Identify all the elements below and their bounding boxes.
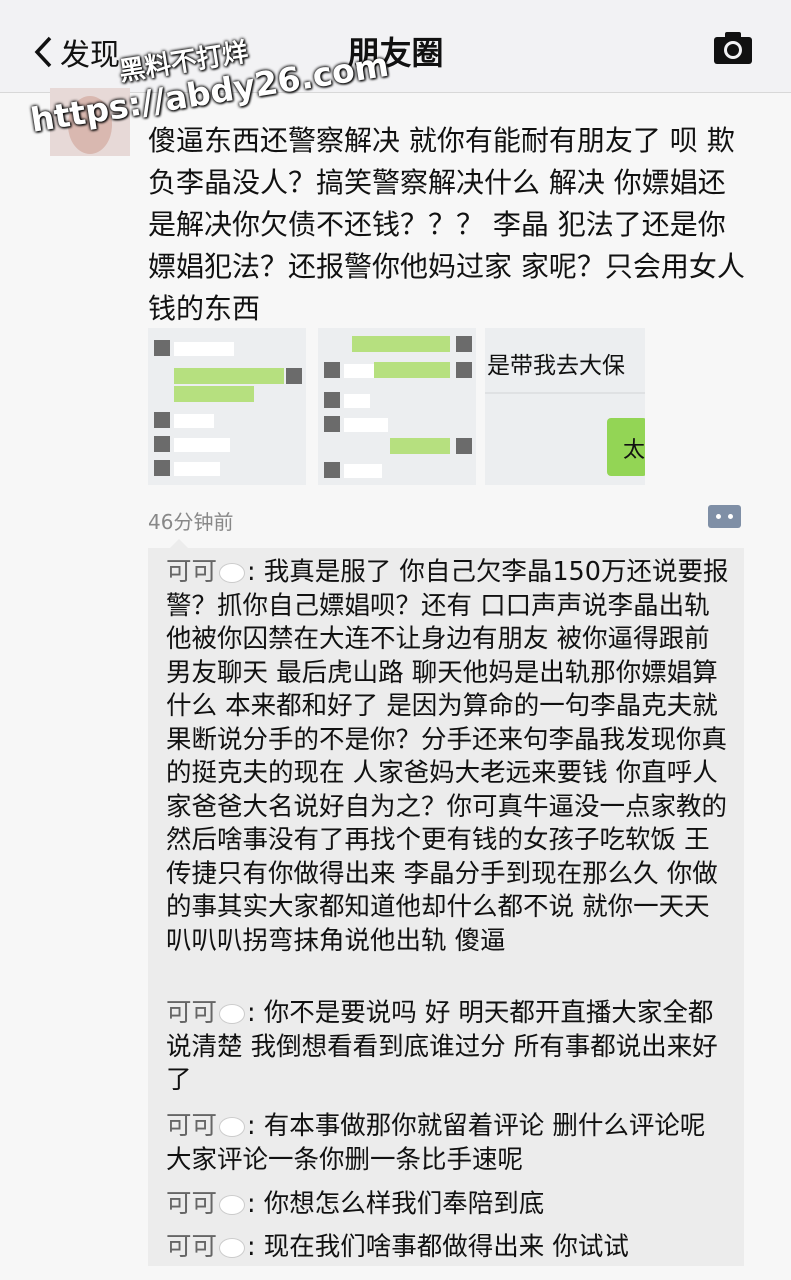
post-text: 傻逼东西还警察解决 就你有能耐有朋友了 呗 欺负李晶没人？搞笑警察解决什么 解决… bbox=[148, 124, 745, 325]
comment[interactable]: 可可: 我真是服了 你自己欠李晶150万还说要报警？抓你自己嫖娼呗？还有 口口声… bbox=[166, 556, 734, 958]
emoji-icon bbox=[219, 1238, 246, 1258]
camera-icon[interactable] bbox=[712, 30, 754, 66]
post-timestamp: 46分钟前 bbox=[148, 510, 234, 534]
comment-text: : 你想怎么样我们奉陪到底 bbox=[247, 1189, 545, 1219]
comment[interactable]: 可可 : 现在我们啥事都做得出来 你试试 bbox=[166, 1231, 734, 1265]
post-image-2[interactable] bbox=[318, 328, 476, 485]
comment[interactable]: 可可: 你不是要说吗 好 明天都开直播大家全都说清楚 我倒想看看到底谁过分 所有… bbox=[166, 997, 734, 1098]
comment-text: : 我真是服了 你自己欠李晶150万还说要报警？抓你自己嫖娼呗？还有 口口声声说… bbox=[166, 557, 729, 956]
comment-author[interactable]: 可可 bbox=[166, 557, 217, 587]
emoji-icon bbox=[219, 563, 246, 583]
comment-text: : 你不是要说吗 好 明天都开直播大家全都说清楚 我倒想看看到底谁过分 所有事都… bbox=[166, 998, 718, 1095]
emoji-icon bbox=[219, 1117, 246, 1137]
comment-text: : 有本事做那你就留着评论 删什么评论呢 大家评论一条你删一条比手速呢 bbox=[166, 1111, 706, 1175]
comment-author[interactable]: 可可 bbox=[166, 1232, 217, 1262]
comment[interactable]: 可可 : 你想怎么样我们奉陪到底 bbox=[166, 1188, 734, 1222]
post-image-1[interactable] bbox=[148, 328, 306, 485]
comment-author[interactable]: 可可 bbox=[166, 1189, 217, 1219]
image-3-bubble-text: 太 bbox=[623, 438, 645, 463]
post-image-3[interactable]: 是带我去大保 太 bbox=[485, 328, 645, 485]
comment-like-menu-button[interactable] bbox=[708, 505, 741, 528]
emoji-icon bbox=[219, 1195, 246, 1215]
comment-author[interactable]: 可可 bbox=[166, 1111, 217, 1141]
comment[interactable]: 可可: 有本事做那你就留着评论 删什么评论呢 大家评论一条你删一条比手速呢 bbox=[166, 1110, 734, 1177]
image-3-text: 是带我去大保 bbox=[487, 353, 625, 379]
emoji-icon bbox=[219, 1004, 246, 1024]
comment-section: 可可: 我真是服了 你自己欠李晶150万还说要报警？抓你自己嫖娼呗？还有 口口声… bbox=[148, 539, 744, 1266]
comment-text: : 现在我们啥事都做得出来 你试试 bbox=[247, 1232, 629, 1262]
post-images: 是带我去大保 太 bbox=[148, 328, 648, 485]
comment-author[interactable]: 可可 bbox=[166, 998, 217, 1028]
